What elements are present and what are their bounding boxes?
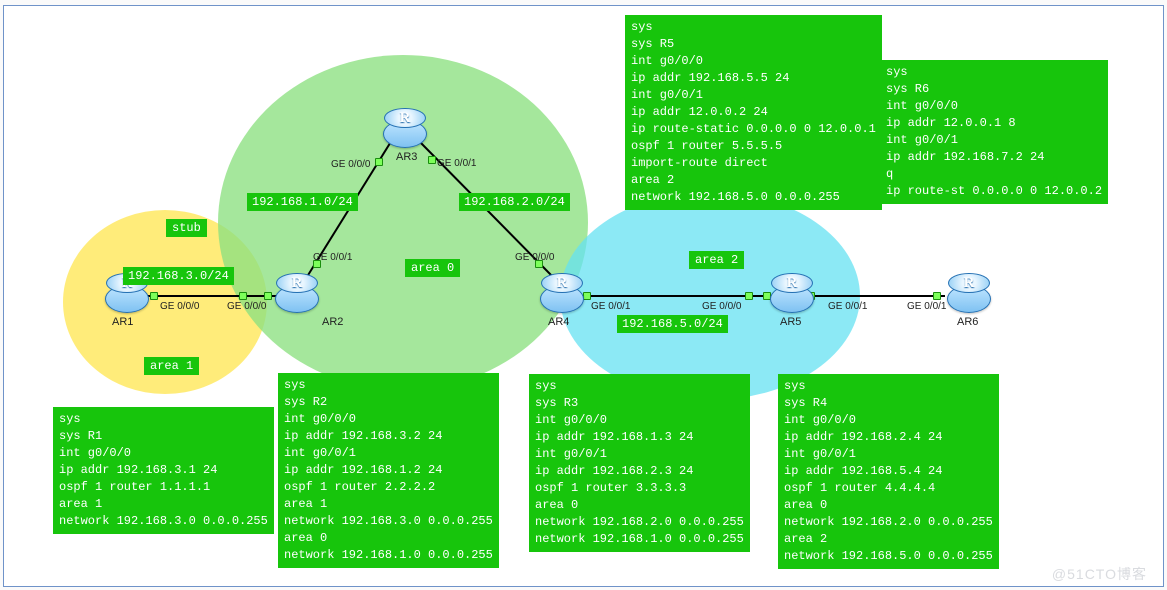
area1-tag: area 1 <box>144 357 199 375</box>
port-dot <box>150 292 158 300</box>
router-ar4[interactable]: R <box>540 273 584 313</box>
router-ar3[interactable]: R <box>383 108 427 148</box>
cfg-r5: sys sys R5 int g0/0/0 ip addr 192.168.5.… <box>625 15 882 210</box>
cfg-r6: sys sys R6 int g0/0/0 ip addr 12.0.0.1 8… <box>880 60 1108 204</box>
if-ar1-g000: GE 0/0/0 <box>160 301 199 312</box>
router-label-ar1: AR1 <box>112 316 133 328</box>
subnet-1: 192.168.1.0/24 <box>247 193 358 211</box>
area0-tag: area 0 <box>405 259 460 277</box>
subnet-3: 192.168.3.0/24 <box>123 267 234 285</box>
stub-tag: stub <box>166 219 207 237</box>
if-ar3-g001: GE 0/0/1 <box>437 158 476 169</box>
router-label-ar2: AR2 <box>322 316 343 328</box>
r-icon: R <box>771 273 813 293</box>
area2-tag: area 2 <box>689 251 744 269</box>
cfg-r1: sys sys R1 int g0/0/0 ip addr 192.168.3.… <box>53 407 274 534</box>
port-dot <box>239 292 247 300</box>
area2-ellipse <box>560 192 860 400</box>
router-label-ar4: AR4 <box>548 316 569 328</box>
port-dot <box>264 292 272 300</box>
area0-ellipse <box>218 55 588 390</box>
if-ar4-g000: GE 0/0/0 <box>515 252 554 263</box>
cfg-r2: sys sys R2 int g0/0/0 ip addr 192.168.3.… <box>278 373 499 568</box>
port-dot <box>428 156 436 164</box>
if-ar2-g000: GE 0/0/0 <box>227 301 266 312</box>
router-label-ar6: AR6 <box>957 316 978 328</box>
router-ar2[interactable]: R <box>275 273 319 313</box>
port-dot <box>583 292 591 300</box>
if-ar5-g001: GE 0/0/1 <box>828 301 867 312</box>
if-ar6-g001: GE 0/0/1 <box>907 301 946 312</box>
r-icon: R <box>541 273 583 293</box>
if-ar5-g000: GE 0/0/0 <box>702 301 741 312</box>
router-label-ar3: AR3 <box>396 151 417 163</box>
router-label-ar5: AR5 <box>780 316 801 328</box>
r-icon: R <box>384 108 426 128</box>
port-dot <box>745 292 753 300</box>
cfg-r3: sys sys R3 int g0/0/0 ip addr 192.168.1.… <box>529 374 750 552</box>
if-ar4-g001: GE 0/0/1 <box>591 301 630 312</box>
r-icon: R <box>276 273 318 293</box>
if-ar2-g001: GE 0/0/1 <box>313 252 352 263</box>
subnet-2: 192.168.2.0/24 <box>459 193 570 211</box>
cfg-r4: sys sys R4 int g0/0/0 ip addr 192.168.2.… <box>778 374 999 569</box>
watermark: @51CTO博客 <box>1052 564 1147 584</box>
port-dot <box>933 292 941 300</box>
r-icon: R <box>948 273 990 293</box>
port-dot <box>375 158 383 166</box>
router-ar6[interactable]: R <box>947 273 991 313</box>
if-ar3-g000: GE 0/0/0 <box>331 159 370 170</box>
router-ar5[interactable]: R <box>770 273 814 313</box>
subnet-5: 192.168.5.0/24 <box>617 315 728 333</box>
